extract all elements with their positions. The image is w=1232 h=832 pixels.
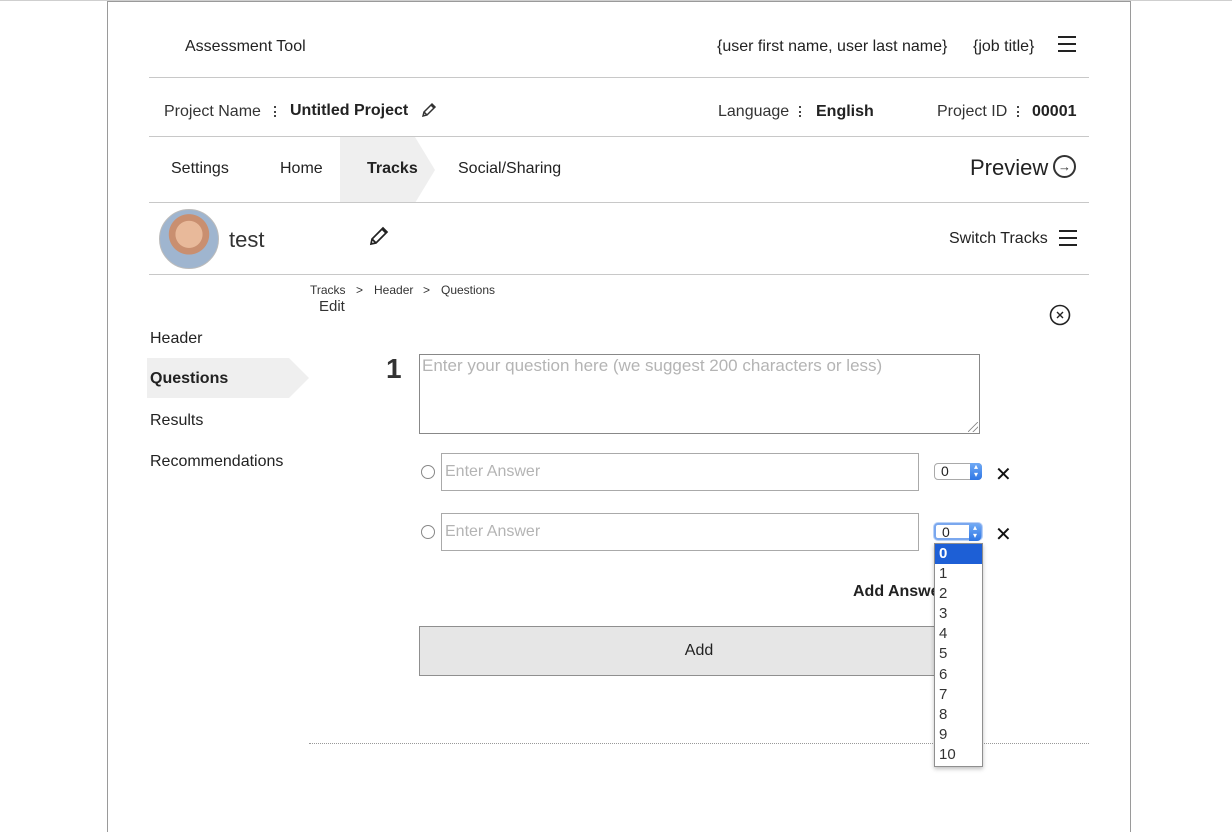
- tabs-divider: [149, 202, 1089, 203]
- subnav-header[interactable]: Header: [150, 330, 202, 348]
- pencil-icon[interactable]: [421, 102, 437, 118]
- language-label: Language: [718, 103, 790, 120]
- job-title: {job title}: [973, 38, 1035, 55]
- dropdown-option[interactable]: 6: [935, 665, 982, 685]
- dropdown-option[interactable]: 10: [935, 745, 982, 765]
- score-select[interactable]: 0 ▴ ▾: [934, 523, 982, 541]
- switch-tracks-label[interactable]: Switch Tracks: [949, 230, 1048, 248]
- separator: [1017, 106, 1021, 117]
- add-answer-link[interactable]: Add Answe: [853, 583, 940, 601]
- tab-tracks[interactable]: Tracks: [367, 160, 418, 178]
- hamburger-icon[interactable]: [1059, 230, 1077, 246]
- subnav-results[interactable]: Results: [150, 412, 203, 430]
- add-button[interactable]: Add: [419, 626, 979, 676]
- answer-radio[interactable]: [421, 525, 435, 539]
- avatar: [159, 209, 219, 269]
- project-name-label: Project Name: [164, 103, 261, 120]
- track-name: test: [229, 227, 265, 252]
- score-dropdown-list[interactable]: 0 1 2 3 4 5 6 7 8 9 10: [934, 543, 983, 767]
- subnav-questions[interactable]: Questions: [150, 370, 228, 388]
- separator: [799, 106, 803, 117]
- score-value: 0: [941, 463, 949, 479]
- tab-social-sharing[interactable]: Social/Sharing: [458, 160, 561, 178]
- answer-placeholder: Enter Answer: [445, 463, 541, 480]
- subnav-recommendations[interactable]: Recommendations: [150, 453, 283, 471]
- language-value[interactable]: English: [816, 103, 874, 121]
- dropdown-option[interactable]: 4: [935, 624, 982, 644]
- subnav-active-arrow: [289, 358, 309, 398]
- dropdown-option[interactable]: 5: [935, 644, 982, 664]
- header-divider: [149, 77, 1089, 78]
- app-frame: Assessment Tool {user first name, user l…: [107, 1, 1131, 832]
- dropdown-option[interactable]: 2: [935, 584, 982, 604]
- answer-input[interactable]: Enter Answer: [441, 513, 919, 551]
- close-circle-icon[interactable]: [1049, 304, 1071, 326]
- breadcrumb-questions: Questions: [441, 283, 496, 297]
- tab-home[interactable]: Home: [280, 160, 323, 178]
- dropdown-option[interactable]: 8: [935, 705, 982, 725]
- score-select[interactable]: 0 ▴ ▾: [934, 463, 982, 480]
- app-title: Assessment Tool: [185, 38, 306, 55]
- breadcrumb-separator: >: [356, 283, 364, 297]
- chevron-updown-icon: ▴ ▾: [969, 524, 981, 541]
- score-value: 0: [942, 524, 950, 540]
- question-placeholder: Enter your question here (we suggest 200…: [422, 356, 883, 375]
- project-name-value: Untitled Project: [290, 102, 409, 119]
- arrow-right-circle-icon[interactable]: →: [1053, 155, 1076, 178]
- project-divider: [149, 136, 1089, 137]
- breadcrumb-header[interactable]: Header: [374, 283, 413, 297]
- project-id-value: 00001: [1032, 103, 1077, 120]
- pencil-icon[interactable]: [368, 225, 390, 247]
- preview-link[interactable]: Preview: [970, 155, 1048, 181]
- answer-placeholder: Enter Answer: [445, 523, 541, 540]
- dropdown-option[interactable]: 9: [935, 725, 982, 745]
- question-textarea[interactable]: Enter your question here (we suggest 200…: [419, 354, 980, 434]
- dropdown-option[interactable]: 7: [935, 685, 982, 705]
- mode-label: Edit: [319, 298, 345, 315]
- close-x-icon[interactable]: ✕: [995, 462, 1012, 487]
- user-name[interactable]: {user first name, user last name}: [717, 38, 947, 56]
- dropdown-option[interactable]: 0: [935, 544, 982, 565]
- hamburger-icon[interactable]: [1058, 36, 1076, 52]
- separator: [274, 106, 278, 117]
- dropdown-option[interactable]: 1: [935, 564, 982, 584]
- track-divider: [149, 274, 1089, 275]
- question-number: 1: [386, 353, 402, 384]
- breadcrumb-tracks[interactable]: Tracks: [310, 283, 346, 297]
- tab-settings[interactable]: Settings: [171, 160, 229, 178]
- active-tab-arrow: [415, 137, 435, 203]
- chevron-updown-icon: ▴ ▾: [970, 463, 982, 480]
- breadcrumb-separator: >: [423, 283, 431, 297]
- resize-grip-icon[interactable]: [968, 422, 978, 432]
- answer-input[interactable]: Enter Answer: [441, 453, 919, 491]
- close-x-icon[interactable]: ✕: [995, 522, 1012, 547]
- dropdown-option[interactable]: 3: [935, 604, 982, 624]
- project-id-label: Project ID: [937, 103, 1008, 120]
- answer-radio[interactable]: [421, 465, 435, 479]
